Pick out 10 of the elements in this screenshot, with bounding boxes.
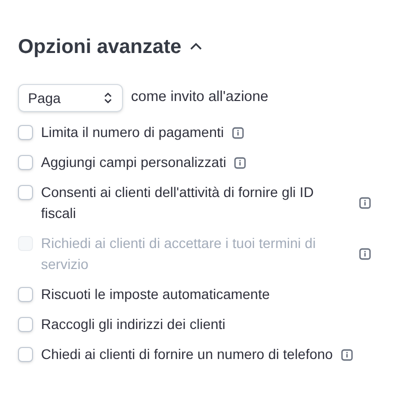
option-label: Richiedi ai clienti di accettare i tuoi termini di servizio: [41, 234, 317, 274]
option-label: Aggiungi campi personalizzati: [41, 153, 226, 172]
option-label: Limita il numero di pagamenti: [41, 123, 224, 142]
cta-select[interactable]: Paga: [18, 84, 123, 112]
cta-label: come invito all'azione: [131, 88, 268, 108]
section-title: Opzioni avanzate: [18, 35, 182, 60]
option-label: Raccogli gli indirizzi dei clienti: [41, 315, 226, 334]
option-label: Riscuoti le imposte automaticamente: [41, 285, 270, 304]
option-label: Chiedi ai clienti di fornire un numero di telefono: [41, 345, 333, 364]
option-label: Consenti ai clienti dell'attività di fornire gli ID fiscali: [41, 183, 315, 223]
